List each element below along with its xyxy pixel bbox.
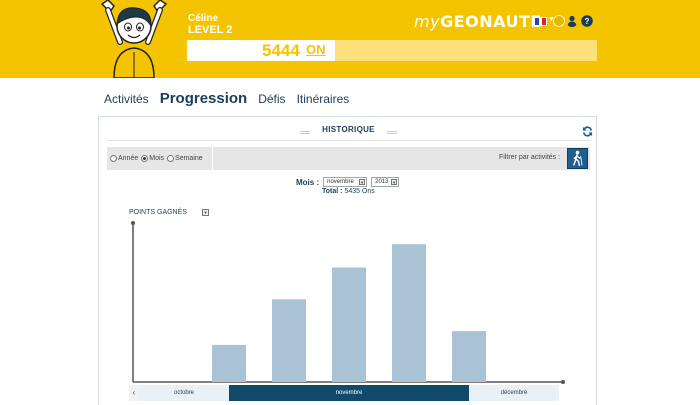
chart-bar[interactable] — [452, 331, 486, 382]
timeline-month-november[interactable]: novembre — [229, 385, 469, 401]
user-icon[interactable] — [566, 15, 578, 27]
points-unit: ON — [306, 42, 326, 57]
points-bar-chart — [131, 221, 565, 384]
header: Céline LEVEL 2 5444 ON myGEONAUTE ▼ ? — [0, 0, 700, 78]
svg-text:?: ? — [585, 17, 590, 26]
brand-logo[interactable]: myGEONAUTE — [414, 12, 542, 31]
brand-prefix: my — [414, 12, 441, 31]
flag-fr-icon[interactable] — [534, 17, 547, 26]
timeline-prev-button[interactable]: ‹ — [129, 385, 139, 401]
chart-bar[interactable] — [392, 244, 426, 382]
tab-activites[interactable]: Activités — [104, 92, 149, 106]
y-axis-end — [131, 221, 135, 225]
x-axis-end — [561, 380, 565, 384]
chart-bar[interactable] — [272, 299, 306, 382]
brand-name: GEONAUTE — [440, 12, 542, 31]
chart-bar[interactable] — [212, 344, 246, 382]
main-tabs: Activités Progression Défis Itinéraires — [104, 90, 360, 107]
month-timeline: ‹ octobre novembre décembre — [129, 385, 569, 401]
tab-itineraires[interactable]: Itinéraires — [297, 92, 350, 106]
points-progress-bar — [187, 40, 597, 61]
user-name: Céline — [188, 13, 219, 24]
timeline-month-december[interactable]: décembre — [469, 385, 559, 401]
timeline-month-october[interactable]: octobre — [139, 385, 229, 401]
coin-icon[interactable] — [553, 15, 565, 27]
help-icon[interactable]: ? — [581, 15, 593, 27]
history-panel: HISTORIQUE Année Mois Semaine Filtrer pa… — [98, 116, 597, 405]
chart-bar[interactable] — [332, 267, 366, 382]
points-value: 5444 — [262, 41, 300, 60]
tab-defis[interactable]: Défis — [258, 92, 285, 106]
user-level: LEVEL 2 — [188, 24, 233, 36]
avatar[interactable] — [84, 0, 184, 78]
tab-progression[interactable]: Progression — [160, 90, 248, 107]
